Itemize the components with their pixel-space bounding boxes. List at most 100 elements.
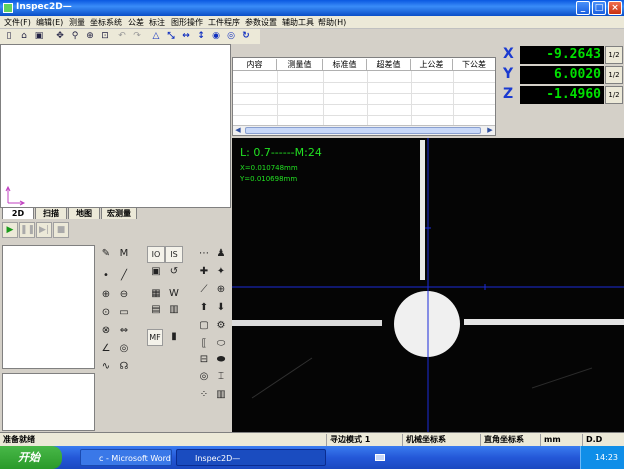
circle-center-icon[interactable]: ◉ — [210, 30, 222, 42]
report-icon[interactable]: ▥ — [165, 302, 183, 319]
zoom-window-icon[interactable]: ⊕ — [84, 30, 96, 42]
tab-map[interactable]: 地图 — [68, 207, 100, 219]
menu-params[interactable]: 参数设置 — [245, 17, 277, 28]
y-scale-button[interactable]: 1/2 — [605, 66, 623, 84]
reset-icon[interactable]: ↺ — [165, 264, 183, 281]
x-scale-button[interactable]: 1/2 — [605, 46, 623, 64]
is-button[interactable]: IS — [165, 246, 183, 263]
open-folder-icon[interactable]: ⌂ — [18, 30, 30, 42]
redo-arrow-icon[interactable]: ↻ — [240, 30, 252, 42]
menu-file[interactable]: 文件(F) — [4, 17, 31, 28]
v-dimension-icon[interactable]: ↕ — [195, 30, 207, 42]
tab-scan[interactable]: 扫描 — [35, 207, 67, 219]
camera-view[interactable]: L: 0.7------M:24 X=0.010748mm Y=0.010698… — [232, 138, 624, 432]
point-icon[interactable]: • — [97, 268, 115, 285]
tab-2d[interactable]: 2D — [2, 207, 34, 219]
magic-wand-icon[interactable]: ✦ — [212, 264, 230, 281]
menu-edit[interactable]: 编辑(E) — [36, 17, 63, 28]
measurement-table[interactable]: 内容 测量值 标准值 超差值 上公差 下公差 ◀ ▶ — [232, 57, 496, 136]
io-button[interactable]: IO — [147, 246, 165, 263]
taskbar-inspec2d[interactable]: Inspec2D— — [176, 449, 326, 466]
refresh-icon[interactable]: ◎ — [225, 30, 237, 42]
crosshair-icon[interactable]: ✚ — [195, 264, 213, 281]
scroll-left-icon[interactable]: ◀ — [233, 126, 243, 135]
stop-button[interactable]: ■ — [53, 222, 69, 238]
col-deviation[interactable]: 超差值 — [367, 59, 411, 71]
oval-icon[interactable]: ⬭ — [212, 336, 230, 353]
keyboard-icon[interactable] — [375, 454, 385, 461]
ellipse-icon[interactable]: ⊙ — [97, 305, 115, 322]
new-file-icon[interactable]: ▯ — [3, 30, 15, 42]
line-icon[interactable]: ╱ — [115, 268, 133, 285]
bracket-icon[interactable]: ⟦ — [195, 336, 213, 353]
keyhole-icon[interactable]: ⊗ — [97, 323, 115, 340]
redo-icon[interactable]: ↷ — [131, 30, 143, 42]
menu-program[interactable]: 工件程序 — [208, 17, 240, 28]
taskbar-word[interactable]: c - Microsoft Word — [80, 449, 172, 466]
distance-icon[interactable]: ⇔ — [115, 323, 133, 340]
circle-icon[interactable]: ⊕ — [97, 287, 115, 304]
angle-icon[interactable]: ∠ — [97, 341, 115, 358]
h-dimension-icon[interactable]: ↔ — [180, 30, 192, 42]
scroll-thumb[interactable] — [245, 127, 481, 134]
col-content[interactable]: 内容 — [233, 59, 277, 71]
minimize-button[interactable]: _ — [576, 1, 590, 15]
brush-icon[interactable]: ✎ — [97, 246, 115, 263]
save-icon[interactable]: ▣ — [33, 30, 45, 42]
gear-icon[interactable]: ⚙ — [212, 318, 230, 335]
dots-icon[interactable]: ⋯ — [195, 246, 213, 263]
ring-icon[interactable]: ◎ — [115, 341, 133, 358]
drawing-canvas[interactable] — [0, 44, 231, 208]
menu-annotate[interactable]: 标注 — [149, 17, 165, 28]
move-icon[interactable]: ✥ — [54, 30, 66, 42]
col-nominal[interactable]: 标准值 — [323, 59, 367, 71]
close-button[interactable]: × — [608, 1, 622, 15]
mf-button[interactable]: MF — [147, 329, 163, 346]
rectangle-icon[interactable]: ▭ — [115, 305, 133, 322]
col-lower-tol[interactable]: 下公差 — [453, 59, 495, 71]
program-list[interactable] — [2, 245, 95, 369]
col-upper-tol[interactable]: 上公差 — [411, 59, 453, 71]
ruler-icon[interactable]: ▥ — [212, 387, 230, 404]
menu-graphics[interactable]: 图形操作 — [171, 17, 203, 28]
arc-icon[interactable]: ⊖ — [115, 287, 133, 304]
download-icon[interactable]: ⬇ — [212, 300, 230, 317]
col-measured[interactable]: 测量值 — [277, 59, 323, 71]
zoom-in-icon[interactable]: ⚲ — [69, 30, 81, 42]
frame-icon[interactable]: ▢ — [195, 318, 213, 335]
excel-icon[interactable]: ▦ — [147, 286, 165, 303]
edge-icon[interactable]: ⟋ — [195, 282, 213, 299]
probe-icon[interactable]: ♟ — [212, 246, 230, 263]
z-scale-button[interactable]: 1/2 — [605, 86, 623, 104]
level-icon[interactable]: △ — [150, 30, 162, 42]
image-icon[interactable]: ▤ — [147, 302, 165, 319]
menu-coord[interactable]: 坐标系统 — [90, 17, 122, 28]
target-icon[interactable]: ◎ — [195, 369, 213, 386]
tab-macro[interactable]: 宏测量 — [101, 207, 137, 219]
zoom-fit-icon[interactable]: ⊡ — [99, 30, 111, 42]
word-icon[interactable]: W — [165, 286, 183, 303]
undo-icon[interactable]: ↶ — [116, 30, 128, 42]
menu-tolerance[interactable]: 公差 — [128, 17, 144, 28]
save-report-icon[interactable]: ▣ — [147, 264, 165, 281]
start-button[interactable]: 开始 — [0, 446, 62, 469]
zoom-icon[interactable]: ⊕ — [212, 282, 230, 299]
grid-dots-icon[interactable]: ⁘ — [195, 387, 213, 404]
height-icon[interactable]: ⌶ — [212, 369, 230, 386]
horizontal-scrollbar[interactable]: ◀ ▶ — [233, 125, 495, 135]
maximize-button[interactable]: □ — [592, 1, 606, 15]
scroll-right-icon[interactable]: ▶ — [485, 126, 495, 135]
upload-icon[interactable]: ⬆ — [195, 300, 213, 317]
contour-icon[interactable]: ☊ — [115, 359, 133, 376]
step-button[interactable]: ▶| — [36, 222, 52, 238]
play-button[interactable]: ▶ — [2, 222, 18, 238]
color-bars-icon[interactable]: ▮ — [165, 329, 183, 346]
capsule-icon[interactable]: ⬬ — [212, 352, 230, 369]
menu-tools[interactable]: 辅助工具 — [282, 17, 314, 28]
m-button[interactable]: M — [115, 246, 133, 263]
curve-icon[interactable]: ∿ — [97, 359, 115, 376]
pause-button[interactable]: ❚❚ — [19, 222, 35, 238]
split-icon[interactable]: ⊟ — [195, 352, 213, 369]
menu-measure[interactable]: 测量 — [69, 17, 85, 28]
program-detail[interactable] — [2, 373, 95, 431]
